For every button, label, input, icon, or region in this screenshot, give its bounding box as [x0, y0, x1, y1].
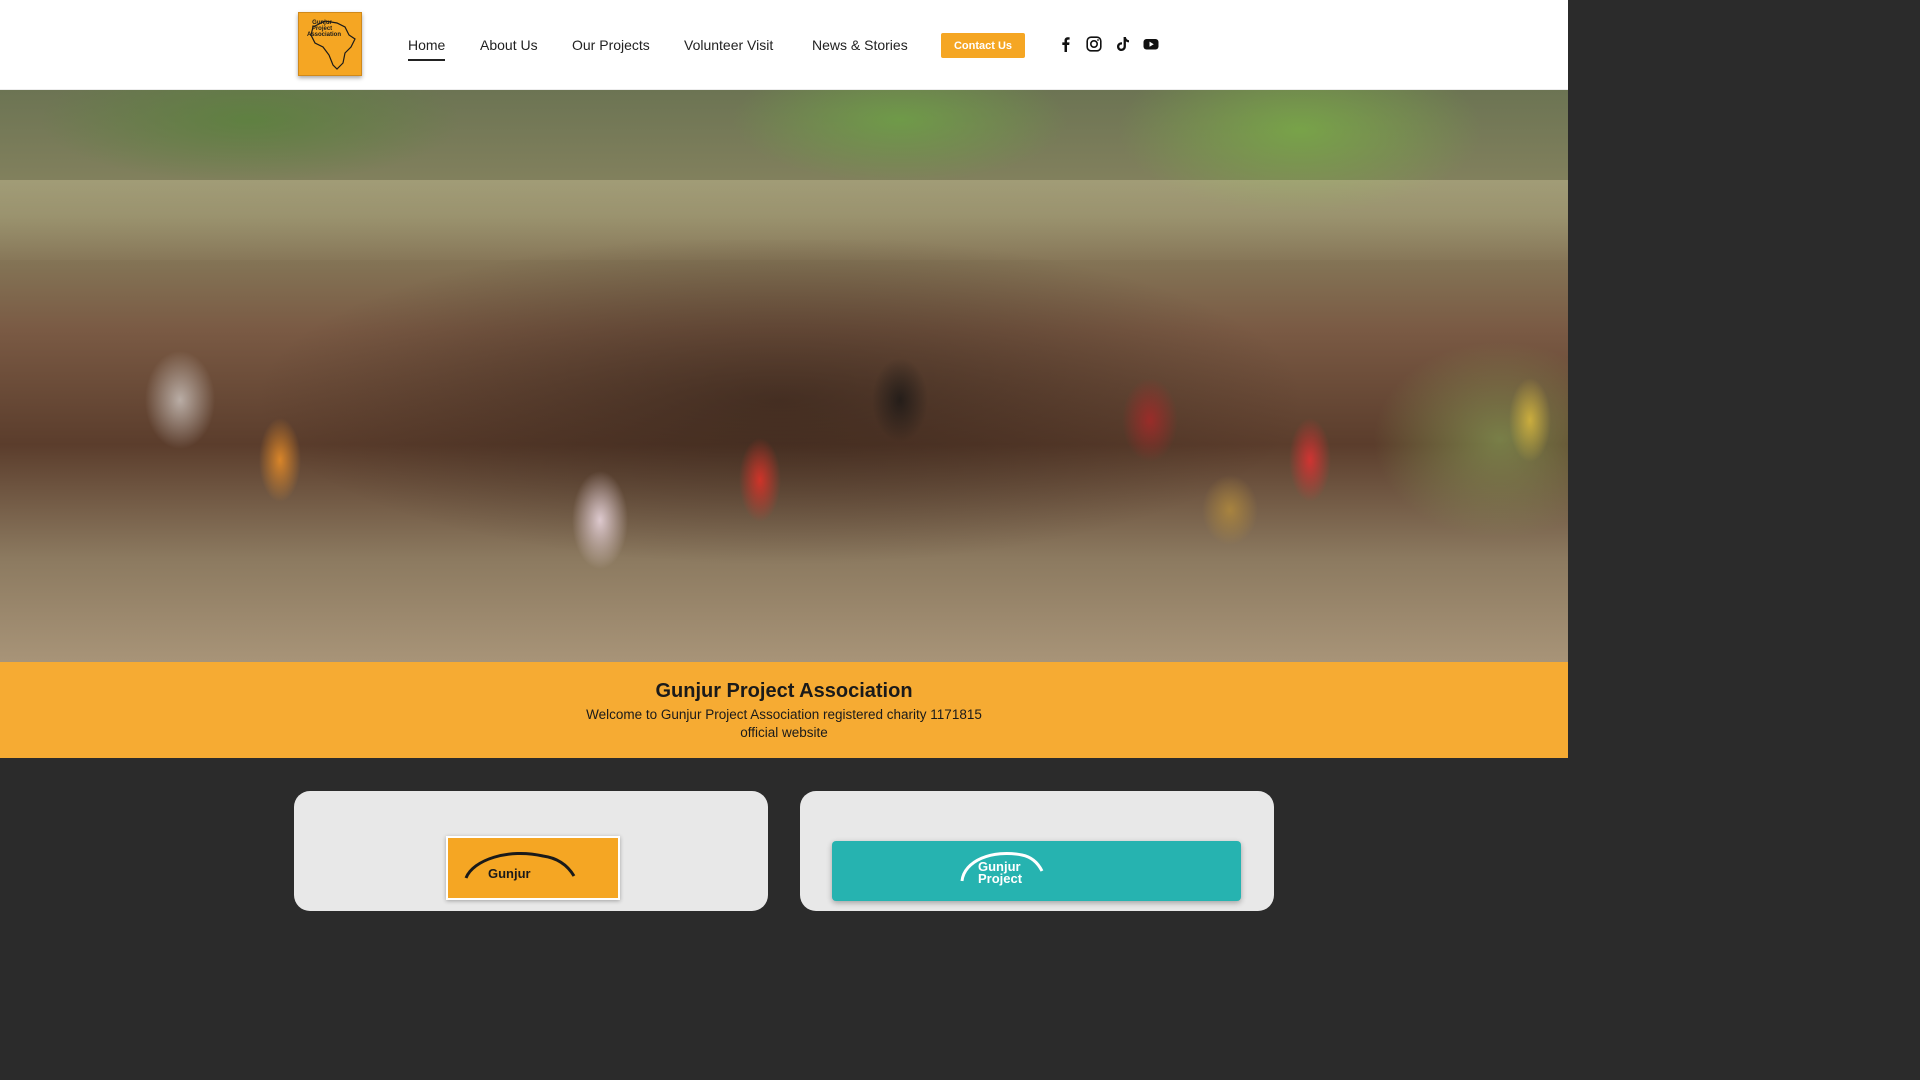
card-image: Gunjur: [446, 836, 620, 900]
logo-text: Gunjur Project Association: [307, 20, 342, 38]
africa-map-icon: [464, 851, 576, 879]
project-card[interactable]: Gunjur: [294, 791, 768, 911]
youtube-icon[interactable]: [1143, 36, 1159, 52]
card-image: Gunjur Project: [832, 841, 1241, 901]
hero-crowd: [0, 240, 1568, 662]
banner-subtitle: Welcome to Gunjur Project Association re…: [586, 707, 982, 740]
card-image-text: Gunjur: [488, 866, 531, 881]
nav-news-stories[interactable]: News & Stories: [812, 36, 908, 54]
project-card[interactable]: Gunjur Project: [800, 791, 1274, 911]
tiktok-icon[interactable]: [1115, 36, 1131, 52]
logo-line: Association: [307, 32, 342, 38]
nav-volunteer-visit[interactable]: Volunteer Visit: [684, 36, 773, 54]
site-logo[interactable]: Gunjur Project Association: [298, 12, 362, 76]
welcome-banner: Gunjur Project Association Welcome to Gu…: [0, 662, 1568, 758]
nav-our-projects[interactable]: Our Projects: [572, 36, 650, 54]
contact-us-button[interactable]: Contact Us: [941, 33, 1025, 58]
facebook-icon[interactable]: [1058, 36, 1074, 52]
site-header: Gunjur Project Association Home About Us…: [0, 0, 1568, 90]
banner-title: Gunjur Project Association: [655, 680, 913, 702]
instagram-icon[interactable]: [1086, 36, 1102, 52]
africa-map-icon: [960, 851, 1044, 882]
card-image-line: Project: [978, 871, 1023, 886]
nav-about-us[interactable]: About Us: [480, 36, 538, 54]
hero-image: [0, 90, 1568, 662]
card-image-text: Gunjur Project: [978, 860, 1023, 886]
nav-home[interactable]: Home: [408, 36, 446, 61]
